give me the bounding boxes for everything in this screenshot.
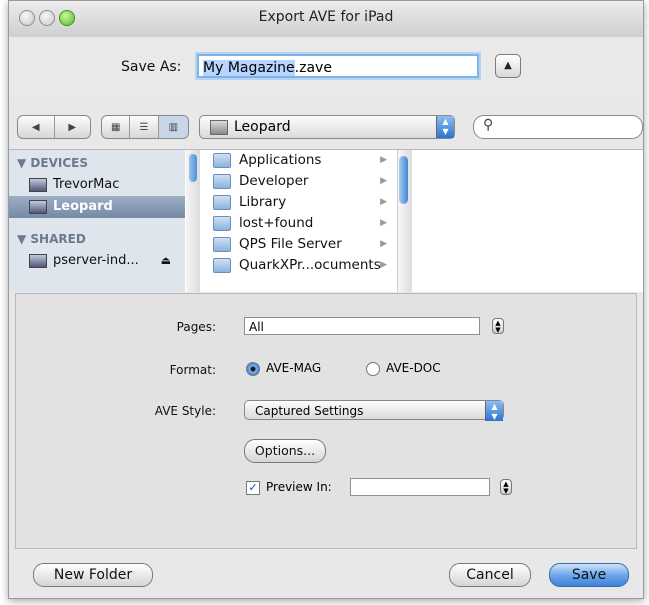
list-item[interactable]: QuarkXPr...ocuments ▶ [201,255,397,276]
save-as-label: Save As: [121,59,182,75]
computer-icon [29,177,47,192]
file-column: Applications ▶ Developer ▶ Library ▶ lost+f… [201,150,398,292]
chevron-right-icon: ▶ [380,155,387,165]
location-label: Leopard [234,119,291,135]
sidebar-item-trevormac[interactable]: TrevorMac [9,174,185,196]
format-radio-ave-doc[interactable]: AVE-DOC [366,361,441,376]
save-as-input[interactable]: My Magazine.zave [197,54,479,78]
export-options-panel: Pages: All ▲ ▼ Format: AVE-MAG AVE-DOC AV… [15,293,637,549]
preview-app-field[interactable] [350,478,490,496]
folder-icon [213,173,231,189]
pages-stepper[interactable]: ▲ ▼ [492,318,504,334]
sidebar: ▼ DEVICES TrevorMac Leopard ▼ SHARED pse… [9,150,185,292]
format-radio-ave-mag[interactable]: AVE-MAG [246,361,321,376]
pages-input[interactable]: All [244,317,480,335]
file-browser: ▼ DEVICES TrevorMac Leopard ▼ SHARED pse… [9,149,643,292]
sidebar-item-pserver[interactable]: pserver-ind... ⏏ [9,250,185,272]
save-as-row: Save As: My Magazine.zave ▲ [9,37,643,99]
chevron-right-icon: ▶ [380,197,387,207]
checkmark-icon: ✓ [246,480,260,495]
sidebar-scroll-thumb[interactable] [189,154,197,182]
icon-view-icon[interactable]: ▦ [102,116,131,138]
ave-style-label: AVE Style: [154,404,216,418]
view-mode-control: ▦ ☰ ▥ [101,115,189,139]
disk-icon [29,199,47,214]
window-title: Export AVE for iPad [258,9,394,25]
folder-icon [213,236,231,252]
column-scroll-thumb[interactable] [399,156,408,204]
save-button[interactable]: Save [549,563,629,587]
radio-selected-icon [246,361,260,376]
server-icon [29,253,47,268]
forward-button[interactable]: ▶ [55,116,91,138]
list-item[interactable]: Library ▶ [201,192,397,213]
folder-icon [213,152,231,168]
format-label: Format: [169,363,216,377]
location-popup[interactable]: Leopard ▲ ▼ [199,115,455,139]
options-button[interactable]: Options... [244,439,326,463]
search-field[interactable]: ⚲ [473,115,643,139]
list-item[interactable]: Developer ▶ [201,171,397,192]
list-item[interactable]: QPS File Server ▶ [201,234,397,255]
browser-toolbar: ◀ ▶ ▦ ☰ ▥ Leopard ▲ ▼ ⚲ [9,99,643,149]
sidebar-item-leopard[interactable]: Leopard [9,196,185,218]
back-button[interactable]: ◀ [18,116,55,138]
sidebar-header-shared: ▼ SHARED [17,232,86,246]
sidebar-item-label: Leopard [53,199,113,214]
chevron-right-icon: ▶ [380,218,387,228]
list-item[interactable]: lost+found ▶ [201,213,397,234]
radio-label: AVE-MAG [266,361,322,375]
new-folder-button[interactable]: New Folder [33,563,153,587]
eject-icon[interactable]: ⏏ [161,250,171,272]
cancel-button[interactable]: Cancel [449,563,531,587]
popup-arrows-icon: ▲ ▼ [485,401,503,421]
list-view-icon[interactable]: ☰ [130,116,159,138]
disk-icon [210,119,228,135]
pages-label: Pages: [176,320,216,334]
sidebar-item-label: pserver-ind... [53,253,139,268]
folder-icon [213,194,231,210]
preview-checkbox[interactable]: ✓ Preview In: [246,480,332,495]
popup-arrows-icon: ▲ ▼ [436,116,454,138]
folder-icon [213,215,231,231]
column-view-icon[interactable]: ▥ [158,116,188,138]
save-as-extension: .zave [294,60,332,76]
back-forward-control: ◀ ▶ [17,115,91,139]
sidebar-item-label: TrevorMac [53,177,120,192]
ave-style-value: Captured Settings [255,404,364,418]
title-bar: Export AVE for iPad [9,1,643,38]
chevron-right-icon: ▶ [380,239,387,249]
save-as-selected-text: My Magazine [203,60,295,76]
dialog-footer: New Folder Cancel Save [9,551,643,598]
preview-stepper[interactable]: ▲ ▼ [500,479,512,495]
collapse-dialog-button[interactable]: ▲ [495,54,521,78]
preview-label: Preview In: [266,480,332,494]
list-item[interactable]: Applications ▶ [201,150,397,171]
chevron-right-icon: ▶ [380,176,387,186]
sidebar-header-devices: ▼ DEVICES [17,156,88,170]
folder-icon [213,257,231,273]
export-dialog: Export AVE for iPad Save As: My Magazine… [8,0,644,599]
radio-label: AVE-DOC [386,361,441,375]
ave-style-popup[interactable]: Captured Settings ▲ ▼ [244,400,504,421]
radio-unselected-icon [366,361,380,376]
chevron-right-icon: ▶ [380,260,387,270]
search-icon: ⚲ [483,117,494,133]
